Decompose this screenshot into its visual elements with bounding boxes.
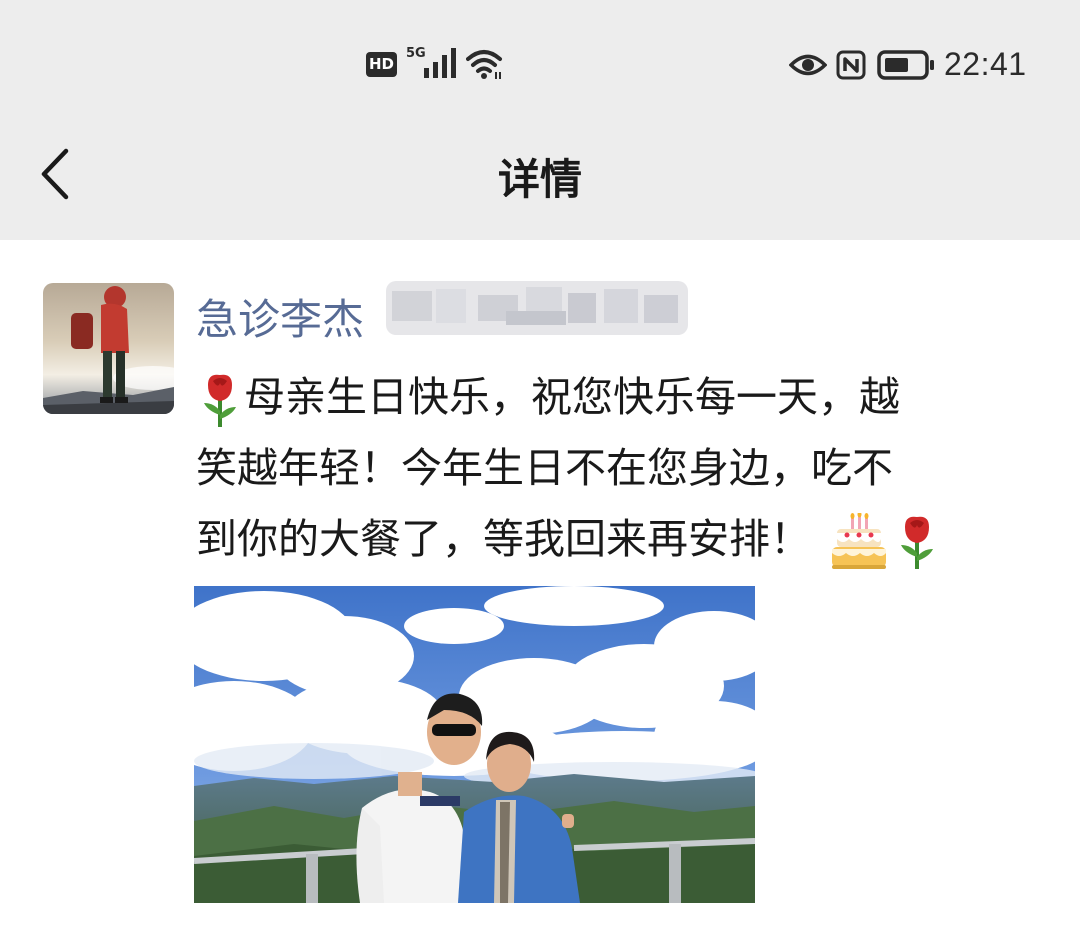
redacted-name-suffix [386, 281, 688, 335]
avatar-hiker-image [43, 283, 174, 414]
post-text-line-3-text: 到你的大餐了，等我回来再安排！ [196, 515, 811, 563]
post-text-line-1: 母亲生日快乐，祝您快乐每一天，越 [196, 362, 1036, 433]
post-author-name[interactable]: 急诊李杰 [196, 286, 364, 347]
network-type-label: 5G [406, 46, 426, 61]
nfc-icon [836, 50, 866, 80]
battery-icon [877, 50, 934, 80]
eye-icon [789, 54, 827, 76]
post-text-line-2: 笑越年轻！今年生日不在您身边，吃不 [196, 444, 893, 492]
page-title: 详情 [497, 155, 582, 204]
rose-emoji-icon [901, 516, 933, 569]
post-text-line-1-text: 母亲生日快乐，祝您快乐每一天，越 [244, 373, 900, 421]
post-text-line-3: 到你的大餐了，等我回来再安排！ [196, 504, 1036, 575]
post-photo-image [194, 586, 755, 903]
signal-icon [424, 48, 456, 78]
hd-icon: HD [366, 52, 397, 77]
status-bar: HD 5G 22:41 [0, 0, 1080, 130]
rose-emoji-icon [204, 374, 236, 427]
status-time: 22:41 [944, 46, 1027, 82]
post-photo[interactable] [194, 586, 755, 903]
wifi-icon [466, 50, 502, 79]
hd-label: HD [368, 55, 394, 73]
birthday-cake-emoji-icon [832, 513, 886, 569]
header-area: HD 5G 22:41 详情 [0, 0, 1080, 240]
post-text: 母亲生日快乐，祝您快乐每一天，越 笑越年轻！今年生日不在您身边，吃不 到你的大餐… [196, 362, 1036, 575]
author-avatar[interactable] [43, 283, 174, 414]
